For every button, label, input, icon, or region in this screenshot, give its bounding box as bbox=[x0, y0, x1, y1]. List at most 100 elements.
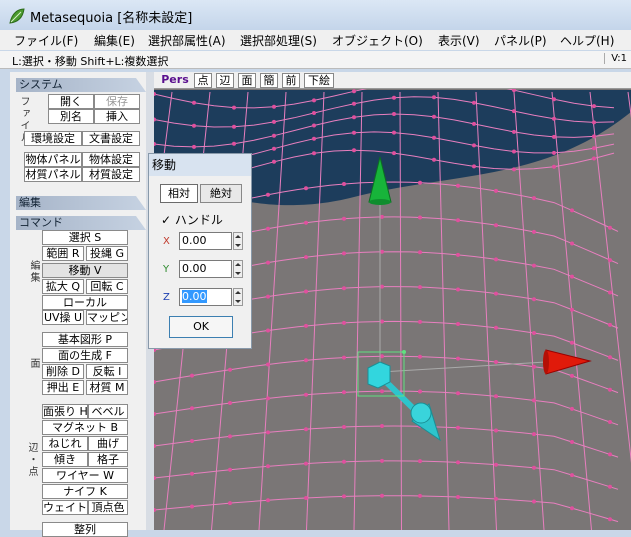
x-spinner[interactable] bbox=[233, 232, 243, 250]
mapping-button[interactable]: マッピング bbox=[86, 310, 128, 325]
vertex-point bbox=[418, 180, 422, 185]
menu-selection-process[interactable]: 選択部処理(S) bbox=[240, 32, 317, 49]
vertex-color-button[interactable]: 頂点色 bbox=[88, 500, 128, 515]
bend-button[interactable]: 曲げ bbox=[88, 436, 128, 451]
vertex-point bbox=[418, 250, 422, 255]
object-settings-button[interactable]: 物体設定 bbox=[82, 152, 140, 167]
x-arrow-handle[interactable] bbox=[545, 349, 592, 375]
y-spinner[interactable] bbox=[233, 260, 243, 278]
z-spinner[interactable] bbox=[233, 288, 243, 306]
y-value-field[interactable]: 0.00 bbox=[179, 260, 232, 278]
vertex-point bbox=[532, 432, 536, 437]
knife-button[interactable]: ナイフ K bbox=[42, 484, 128, 499]
show-faces-toggle[interactable]: 面 bbox=[238, 73, 256, 88]
menu-help[interactable]: ヘルプ(H) bbox=[560, 32, 614, 49]
vertex-point bbox=[472, 121, 476, 126]
vertex-point bbox=[312, 151, 316, 156]
vertex-point bbox=[232, 124, 236, 129]
bevel-button[interactable]: ベベル bbox=[88, 404, 128, 419]
wire-button[interactable]: ワイヤー W bbox=[42, 468, 128, 483]
vertex-point bbox=[472, 100, 476, 105]
x-value-field[interactable]: 0.00 bbox=[179, 232, 232, 250]
save-as-button[interactable]: 別名 bbox=[48, 109, 94, 124]
vertex-point bbox=[532, 364, 536, 369]
vertex-point bbox=[512, 167, 516, 172]
face-create-button[interactable]: 面の生成 F bbox=[42, 348, 128, 363]
lasso-button[interactable]: 投縄 G bbox=[86, 246, 128, 261]
vertex-point bbox=[552, 134, 556, 139]
insert-button[interactable]: 挿入 bbox=[94, 109, 140, 124]
menu-edit[interactable]: 編集(E) bbox=[94, 32, 135, 49]
relative-tab[interactable]: 相対 bbox=[160, 184, 198, 203]
rotate-button[interactable]: 回転 C bbox=[86, 279, 128, 294]
menu-object[interactable]: オブジェクト(O) bbox=[332, 32, 423, 49]
vertex-point bbox=[272, 146, 276, 151]
lattice-button[interactable]: 格子 bbox=[88, 452, 128, 467]
absolute-tab[interactable]: 絶対 bbox=[200, 184, 242, 203]
viewport-toolbar: Pers 点 辺 面 簡 前 下絵 bbox=[154, 72, 631, 89]
open-button[interactable]: 開く bbox=[48, 94, 94, 109]
menu-selection-attr[interactable]: 選択部属性(A) bbox=[148, 32, 226, 49]
vertex-point bbox=[312, 136, 316, 141]
vertex-point bbox=[154, 444, 156, 448]
select-button[interactable]: 選択 S bbox=[42, 230, 128, 245]
env-settings-button[interactable]: 環境設定 bbox=[24, 131, 82, 146]
z-value-field[interactable]: 0.00 bbox=[179, 288, 232, 306]
move-button[interactable]: 移動 V bbox=[42, 263, 128, 278]
vertex-point bbox=[192, 100, 196, 105]
scale-button[interactable]: 拡大 Q bbox=[42, 279, 84, 294]
doc-settings-button[interactable]: 文書設定 bbox=[82, 131, 140, 146]
show-points-toggle[interactable]: 点 bbox=[194, 73, 212, 88]
material-settings-button[interactable]: 材質設定 bbox=[82, 167, 140, 182]
range-button[interactable]: 範囲 R bbox=[42, 246, 84, 261]
flip-button[interactable]: 反転 I bbox=[86, 364, 128, 379]
magnet-button[interactable]: マグネット B bbox=[42, 420, 128, 435]
vertex-point bbox=[266, 396, 270, 401]
vertex-point bbox=[266, 260, 270, 265]
section-edit[interactable]: 編集 bbox=[16, 196, 146, 210]
show-edges-toggle[interactable]: 辺 bbox=[216, 73, 234, 88]
status-text: L:選択・移動 Shift+L:複数選択 bbox=[12, 55, 169, 68]
delete-button[interactable]: 削除 D bbox=[42, 364, 84, 379]
vertex-point bbox=[304, 358, 308, 363]
front-toggle[interactable]: 前 bbox=[282, 73, 300, 88]
extrude-button[interactable]: 押出 E bbox=[42, 380, 84, 395]
menu-view[interactable]: 表示(V) bbox=[438, 32, 480, 49]
vertex-point bbox=[392, 130, 396, 135]
section-system[interactable]: システム bbox=[16, 78, 146, 92]
simple-toggle[interactable]: 簡 bbox=[260, 73, 278, 88]
vertex-point bbox=[570, 208, 574, 213]
vertex-point bbox=[552, 164, 556, 169]
vertex-point bbox=[494, 223, 498, 228]
local-button[interactable]: ローカル bbox=[42, 295, 128, 310]
menu-file[interactable]: ファイル(F) bbox=[14, 32, 78, 49]
vertex-point bbox=[494, 462, 498, 467]
vertex-point bbox=[352, 101, 356, 106]
primitive-button[interactable]: 基本図形 P bbox=[42, 332, 128, 347]
ok-button[interactable]: OK bbox=[169, 316, 233, 338]
section-command[interactable]: コマンド bbox=[16, 216, 146, 230]
perspective-toggle[interactable]: Pers bbox=[160, 73, 190, 88]
uv-button[interactable]: UV操 U bbox=[42, 310, 84, 325]
menu-bar: ファイル(F) 編集(E) 選択部属性(A) 選択部処理(S) オブジェクト(O… bbox=[0, 30, 631, 50]
tilt-button[interactable]: 傾き bbox=[42, 452, 88, 467]
material-panel-button[interactable]: 材質パネル bbox=[24, 167, 82, 182]
menu-panel[interactable]: パネル(P) bbox=[494, 32, 547, 49]
vertex-point bbox=[532, 499, 536, 504]
vertex-point bbox=[304, 461, 308, 466]
underlay-toggle[interactable]: 下絵 bbox=[304, 73, 334, 88]
vertex-point bbox=[392, 95, 396, 100]
vertex-point bbox=[228, 434, 232, 439]
vertex-point bbox=[266, 328, 270, 333]
twist-button[interactable]: ねじれ bbox=[42, 436, 88, 451]
face-fill-button[interactable]: 面張り H bbox=[42, 404, 88, 419]
center-cube-handle[interactable] bbox=[367, 361, 391, 389]
vertex-point bbox=[228, 367, 232, 372]
object-panel-button[interactable]: 物体パネル bbox=[24, 152, 82, 167]
vertex-point bbox=[472, 143, 476, 148]
handle-checkbox[interactable]: ✓ ハンドル bbox=[161, 211, 223, 228]
material-button[interactable]: 材質 M bbox=[86, 380, 128, 395]
vertex-point bbox=[532, 297, 536, 302]
save-button[interactable]: 保存 bbox=[94, 94, 140, 109]
weight-button[interactable]: ウェイト bbox=[42, 500, 88, 515]
